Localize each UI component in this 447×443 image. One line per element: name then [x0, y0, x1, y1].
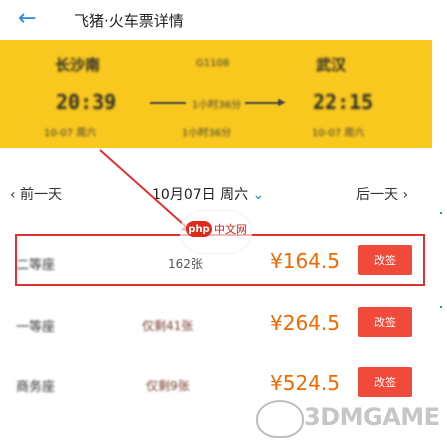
- logo-text: 中文网: [214, 223, 247, 236]
- ticket-price: ¥264.5: [270, 311, 340, 335]
- arrow-left-icon[interactable]: ←: [18, 6, 36, 31]
- ticket-row[interactable]: 商务座 仅剩9张 ¥524.5 改签: [0, 356, 432, 408]
- prev-day-button[interactable]: ‹ 前一天: [10, 184, 62, 204]
- trip-banner: 长沙南 G1108 武汉 20:39 1小时36分 ▶ 22:15 10-07 …: [0, 40, 432, 148]
- route-arrow-icon: ▶: [278, 97, 286, 108]
- to-station: 武汉: [316, 56, 347, 74]
- ticket-price: ¥524.5: [270, 371, 340, 395]
- php-logo-icon: php: [186, 221, 212, 237]
- depart-date-note: 10-07 周六: [44, 128, 97, 139]
- change-ticket-button[interactable]: 改签: [358, 307, 412, 337]
- next-day-button[interactable]: 后一天 ›: [356, 184, 408, 204]
- date-bar: ‹ 前一天 10月07日 周六 ⌄ 后一天 ›: [0, 172, 432, 208]
- arrive-date-note: 10-07 周六: [312, 128, 365, 139]
- scroll-indicator: [440, 306, 442, 308]
- top-header: ← 飞猪·火车票详情: [0, 0, 447, 40]
- mascot-icon: [256, 400, 304, 438]
- duration-note: 1小时36分: [182, 128, 232, 139]
- chevron-down-icon: ⌄: [252, 187, 265, 203]
- route-line-right: [245, 102, 281, 104]
- seat-type: 一等座: [16, 320, 56, 335]
- scroll-indicator: [440, 212, 442, 214]
- train-number: G1108: [196, 58, 230, 69]
- date-selector[interactable]: 10月07日 周六 ⌄: [152, 184, 264, 204]
- route-line-left: [150, 102, 186, 104]
- from-station: 长沙南: [55, 56, 101, 74]
- tickets-left: 仅剩41张: [142, 319, 194, 333]
- watermark-text: 3DMGAME: [304, 403, 440, 431]
- duration-label: 1小时36分: [192, 100, 242, 111]
- date-label: 10月07日 周六: [152, 187, 249, 203]
- page-title: 飞猪·火车票详情: [74, 12, 184, 30]
- depart-time: 20:39: [56, 90, 117, 114]
- seat-type: 商务座: [16, 380, 56, 395]
- arrive-time: 22:15: [313, 90, 374, 114]
- ticket-row[interactable]: 一等座 仅剩41张 ¥264.5 改签: [0, 296, 432, 348]
- tickets-left: 仅剩9张: [146, 379, 190, 393]
- change-ticket-button[interactable]: 改签: [358, 367, 412, 397]
